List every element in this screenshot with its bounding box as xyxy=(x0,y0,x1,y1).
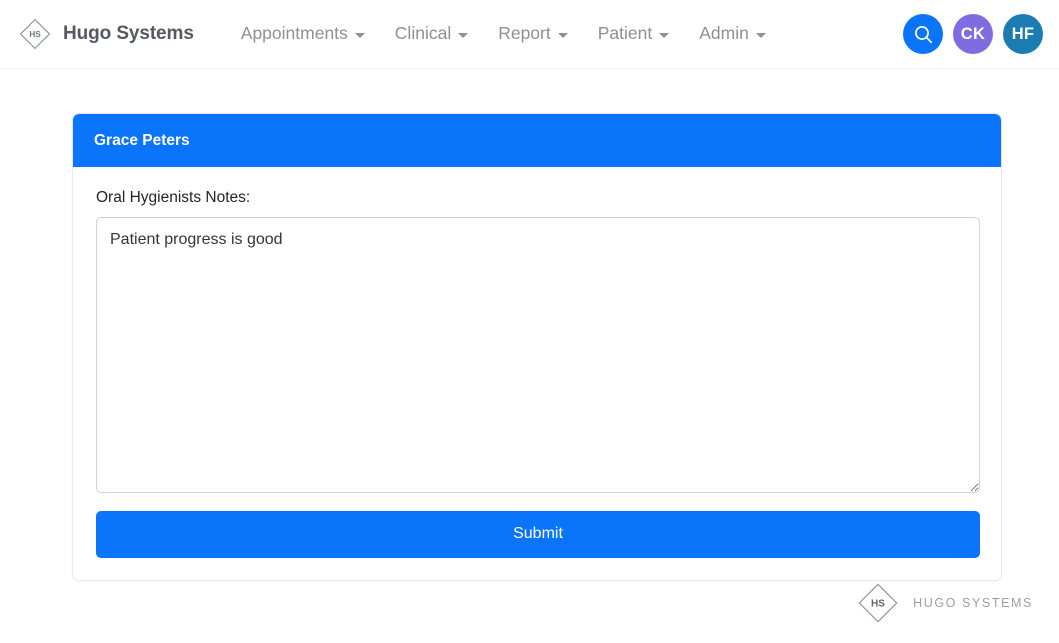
chevron-down-icon xyxy=(354,32,365,38)
footer-branding: HS HUGO SYSTEMS xyxy=(855,580,1033,626)
nav-item-patient[interactable]: Patient xyxy=(583,17,684,51)
search-icon xyxy=(913,24,934,45)
nav-label-clinical: Clinical xyxy=(394,23,452,44)
card-header: Grace Peters xyxy=(73,114,1001,167)
nav-links: Appointments Clinical Report Patient Adm… xyxy=(226,17,781,51)
chevron-down-icon xyxy=(557,32,568,38)
card-body: Oral Hygienists Notes: Submit xyxy=(73,167,1001,580)
avatar-hf[interactable]: HF xyxy=(1003,14,1043,54)
navbar-actions: CK HF xyxy=(903,14,1045,54)
nav-label-report: Report xyxy=(498,23,551,44)
diamond-logo-icon: HS xyxy=(16,15,54,53)
nav-item-report[interactable]: Report xyxy=(483,17,583,51)
brand-logo-link[interactable]: HS Hugo Systems xyxy=(16,15,194,53)
brand-name: Hugo Systems xyxy=(63,23,194,44)
avatar-initials: CK xyxy=(960,24,986,43)
nav-item-admin[interactable]: Admin xyxy=(684,17,781,51)
nav-item-clinical[interactable]: Clinical xyxy=(380,17,483,51)
nav-item-appointments[interactable]: Appointments xyxy=(226,17,380,51)
chevron-down-icon xyxy=(755,32,766,38)
chevron-down-icon xyxy=(659,32,670,38)
nav-label-appointments: Appointments xyxy=(240,23,348,44)
submit-button[interactable]: Submit xyxy=(96,511,980,558)
nav-label-patient: Patient xyxy=(597,23,653,44)
footer-brand-text: HUGO SYSTEMS xyxy=(913,596,1033,610)
avatar-initials: HF xyxy=(1011,24,1035,43)
svg-text:HS: HS xyxy=(871,599,885,610)
notes-label: Oral Hygienists Notes: xyxy=(96,189,251,206)
diamond-logo-icon: HS xyxy=(855,580,901,626)
patient-notes-card: Grace Peters Oral Hygienists Notes: Subm… xyxy=(72,113,1002,581)
nav-label-admin: Admin xyxy=(699,23,749,44)
chevron-down-icon xyxy=(458,32,469,38)
search-button[interactable] xyxy=(903,14,943,54)
page-title: Grace Peters xyxy=(94,131,190,149)
top-navbar: HS Hugo Systems Appointments Clinical Re… xyxy=(0,0,1059,69)
page-content: Grace Peters Oral Hygienists Notes: Subm… xyxy=(0,69,1059,643)
svg-text:HS: HS xyxy=(29,30,41,39)
avatar-ck[interactable]: CK xyxy=(953,14,993,54)
notes-textarea[interactable] xyxy=(96,217,980,494)
